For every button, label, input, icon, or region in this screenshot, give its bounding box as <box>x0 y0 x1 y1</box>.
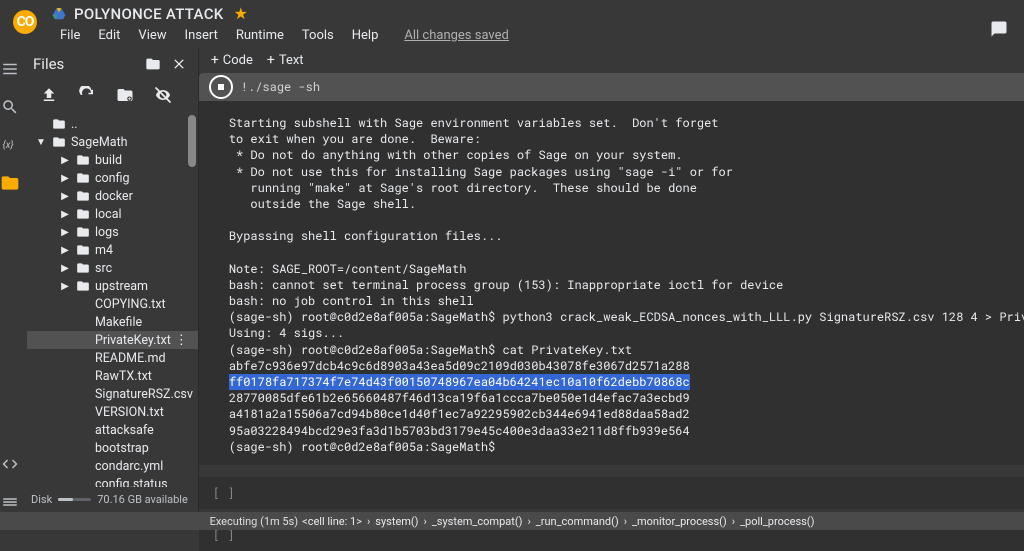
tree-folder[interactable]: ▶docker <box>27 187 198 205</box>
code-icon[interactable] <box>0 454 20 474</box>
tree-folder[interactable]: ▶local <box>27 205 198 223</box>
colab-logo[interactable]: CO <box>8 5 42 39</box>
toc-icon[interactable] <box>0 59 20 79</box>
new-file-icon[interactable] <box>144 55 162 73</box>
disk-usage: Disk 70.16 GB available <box>21 487 198 512</box>
tree-file[interactable]: condarc.yml <box>27 457 198 475</box>
comment-icon[interactable] <box>988 18 1010 40</box>
menu-edit[interactable]: Edit <box>90 25 128 46</box>
tree-file[interactable]: SignatureRSZ.csv <box>27 385 198 403</box>
code-cell: !./sage -sh Starting subshell with Sage … <box>199 73 1024 465</box>
tree-scrollbar[interactable] <box>188 115 196 167</box>
tree-folder[interactable]: ▶m4 <box>27 241 198 259</box>
menu-help[interactable]: Help <box>344 25 387 46</box>
tree-folder-sagemath[interactable]: ▼SageMath <box>27 133 198 151</box>
star-icon[interactable]: ★ <box>234 4 248 23</box>
upload-icon[interactable] <box>39 85 59 105</box>
left-rail: {x} <box>0 47 21 512</box>
refresh-icon[interactable] <box>77 85 97 105</box>
mount-drive-icon[interactable] <box>115 85 135 105</box>
selected-output: ff0178fa717374f7e74d43f00150748967ea04b6… <box>229 374 690 390</box>
workspace: +Code +Text !./sage -sh Starting subshel… <box>199 47 1024 512</box>
tree-folder[interactable]: ▶build <box>27 151 198 169</box>
tree-folder[interactable]: ▶src <box>27 259 198 277</box>
menu-file[interactable]: File <box>52 25 88 46</box>
cell-output: Starting subshell with Sage environment … <box>199 101 1024 465</box>
menu-runtime[interactable]: Runtime <box>228 25 292 46</box>
files-label: Files <box>33 55 136 73</box>
tree-file[interactable]: README.md <box>27 349 198 367</box>
menubar: File Edit View Insert Runtime Tools Help… <box>52 25 517 46</box>
insert-text-button[interactable]: +Text <box>267 52 304 68</box>
status-bar: Executing (1m 5s) <cell line: 1>› system… <box>0 512 1024 530</box>
tree-up[interactable]: .. <box>27 115 198 133</box>
tree-folder[interactable]: ▶logs <box>27 223 198 241</box>
cell-input[interactable]: !./sage -sh <box>241 79 320 95</box>
hide-icon[interactable] <box>153 85 173 105</box>
save-status[interactable]: All changes saved <box>396 25 517 46</box>
tree-folder[interactable]: ▶config <box>27 169 198 187</box>
terminal-icon[interactable] <box>0 492 20 512</box>
tree-file[interactable]: COPYING.txt <box>27 295 198 313</box>
empty-cell[interactable]: [ ] <box>199 477 1024 509</box>
tree-file[interactable]: VERSION.txt <box>27 403 198 421</box>
tree-folder[interactable]: ▶upstream <box>27 277 198 295</box>
more-icon[interactable]: ⋮ <box>175 333 194 348</box>
menu-insert[interactable]: Insert <box>177 25 226 46</box>
file-tree: .. ▼SageMath ▶build ▶config ▶docker ▶loc… <box>21 115 198 487</box>
tree-file[interactable]: bootstrap <box>27 439 198 457</box>
tree-file[interactable]: config.status <box>27 475 198 487</box>
tree-file[interactable]: RawTX.txt <box>27 367 198 385</box>
drive-icon <box>52 7 66 21</box>
insert-code-button[interactable]: +Code <box>211 52 253 68</box>
svg-text:{x}: {x} <box>3 140 14 151</box>
tree-file[interactable]: attacksafe <box>27 421 198 439</box>
close-panel-icon[interactable] <box>170 55 188 73</box>
files-icon[interactable] <box>0 173 20 193</box>
notebook-title[interactable]: POLYNONCE ATTACK <box>74 5 224 23</box>
run-cell-button[interactable] <box>209 75 233 99</box>
search-icon[interactable] <box>0 97 20 117</box>
tree-file-selected[interactable]: PrivateKey.txt⋮ <box>27 331 198 349</box>
menu-tools[interactable]: Tools <box>294 25 342 46</box>
variables-icon[interactable]: {x} <box>0 135 20 155</box>
tree-file[interactable]: Makefile <box>27 313 198 331</box>
files-panel: Files .. ▼SageMath ▶build ▶config ▶docke… <box>21 47 199 512</box>
menu-view[interactable]: View <box>130 25 174 46</box>
